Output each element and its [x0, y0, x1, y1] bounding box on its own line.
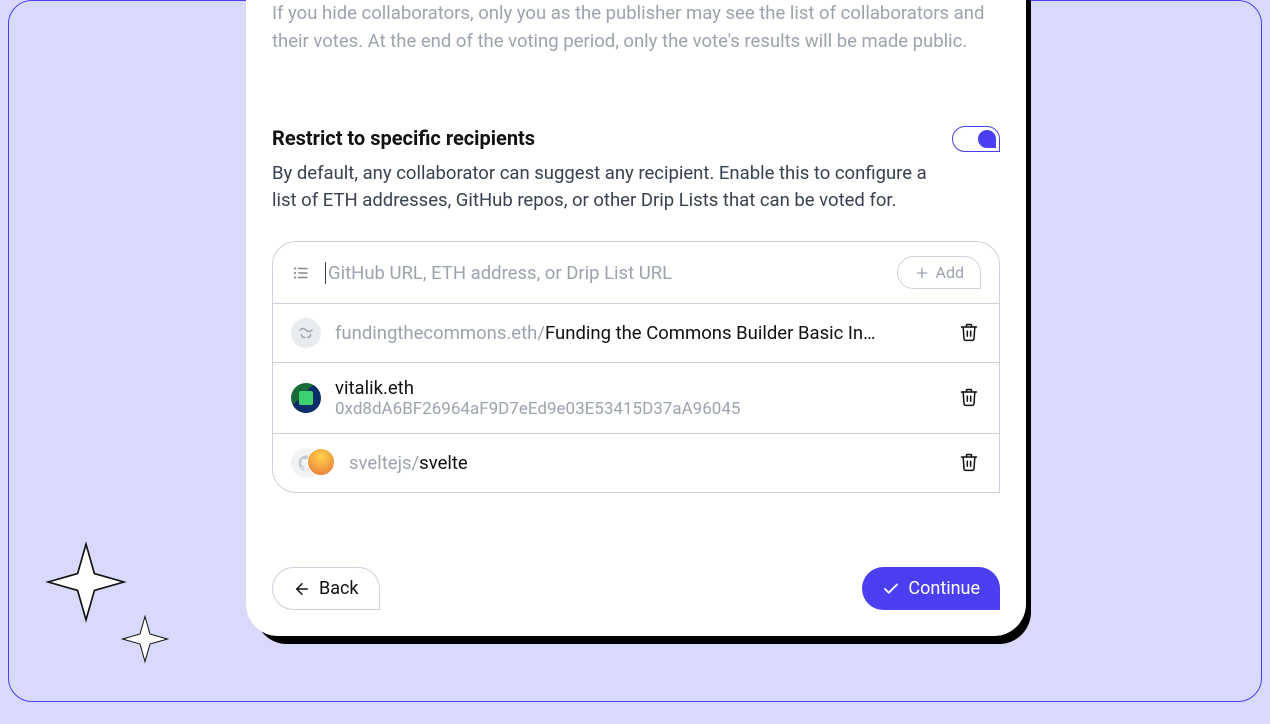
recipient-input-row: GitHub URL, ETH address, or Drip List UR…	[273, 242, 999, 304]
recipient-row: sveltejs/svelte	[273, 434, 999, 492]
avatar	[291, 448, 335, 478]
avatar	[291, 383, 321, 413]
settings-card: If you hide collaborators, only you as t…	[246, 0, 1026, 636]
intro-text: If you hide collaborators, only you as t…	[272, 0, 1000, 56]
recipient-row: vitalik.eth 0xd8dA6BF26964aF9D7eEd9e03E5…	[273, 363, 999, 434]
delete-button[interactable]	[959, 452, 981, 474]
restrict-title: Restrict to specific recipients	[272, 126, 932, 150]
add-button[interactable]: Add	[897, 256, 981, 289]
add-button-label: Add	[936, 263, 964, 282]
recipient-input[interactable]: GitHub URL, ETH address, or Drip List UR…	[325, 262, 883, 284]
delete-button[interactable]	[959, 387, 981, 409]
back-button[interactable]: Back	[272, 567, 380, 610]
sparkle-icon	[44, 540, 128, 624]
recipient-list: GitHub URL, ETH address, or Drip List UR…	[272, 241, 1000, 493]
back-button-label: Back	[319, 578, 359, 599]
restrict-description: By default, any collaborator can suggest…	[272, 160, 932, 216]
list-icon	[291, 263, 311, 283]
continue-button-label: Continue	[908, 578, 980, 599]
delete-button[interactable]	[959, 322, 981, 344]
recipient-row: fundingthecommons.eth/Funding the Common…	[273, 304, 999, 363]
recipient-label: sveltejs/svelte	[349, 452, 945, 474]
drip-icon	[291, 318, 321, 348]
restrict-toggle[interactable]	[952, 126, 1000, 152]
arrow-left-icon	[293, 580, 311, 598]
sparkle-icon	[120, 614, 170, 664]
plus-icon	[914, 265, 930, 281]
recipient-label: fundingthecommons.eth/Funding the Common…	[335, 322, 945, 344]
recipient-label: vitalik.eth 0xd8dA6BF26964aF9D7eEd9e03E5…	[335, 377, 945, 419]
check-icon	[882, 580, 900, 598]
continue-button[interactable]: Continue	[862, 567, 1000, 610]
